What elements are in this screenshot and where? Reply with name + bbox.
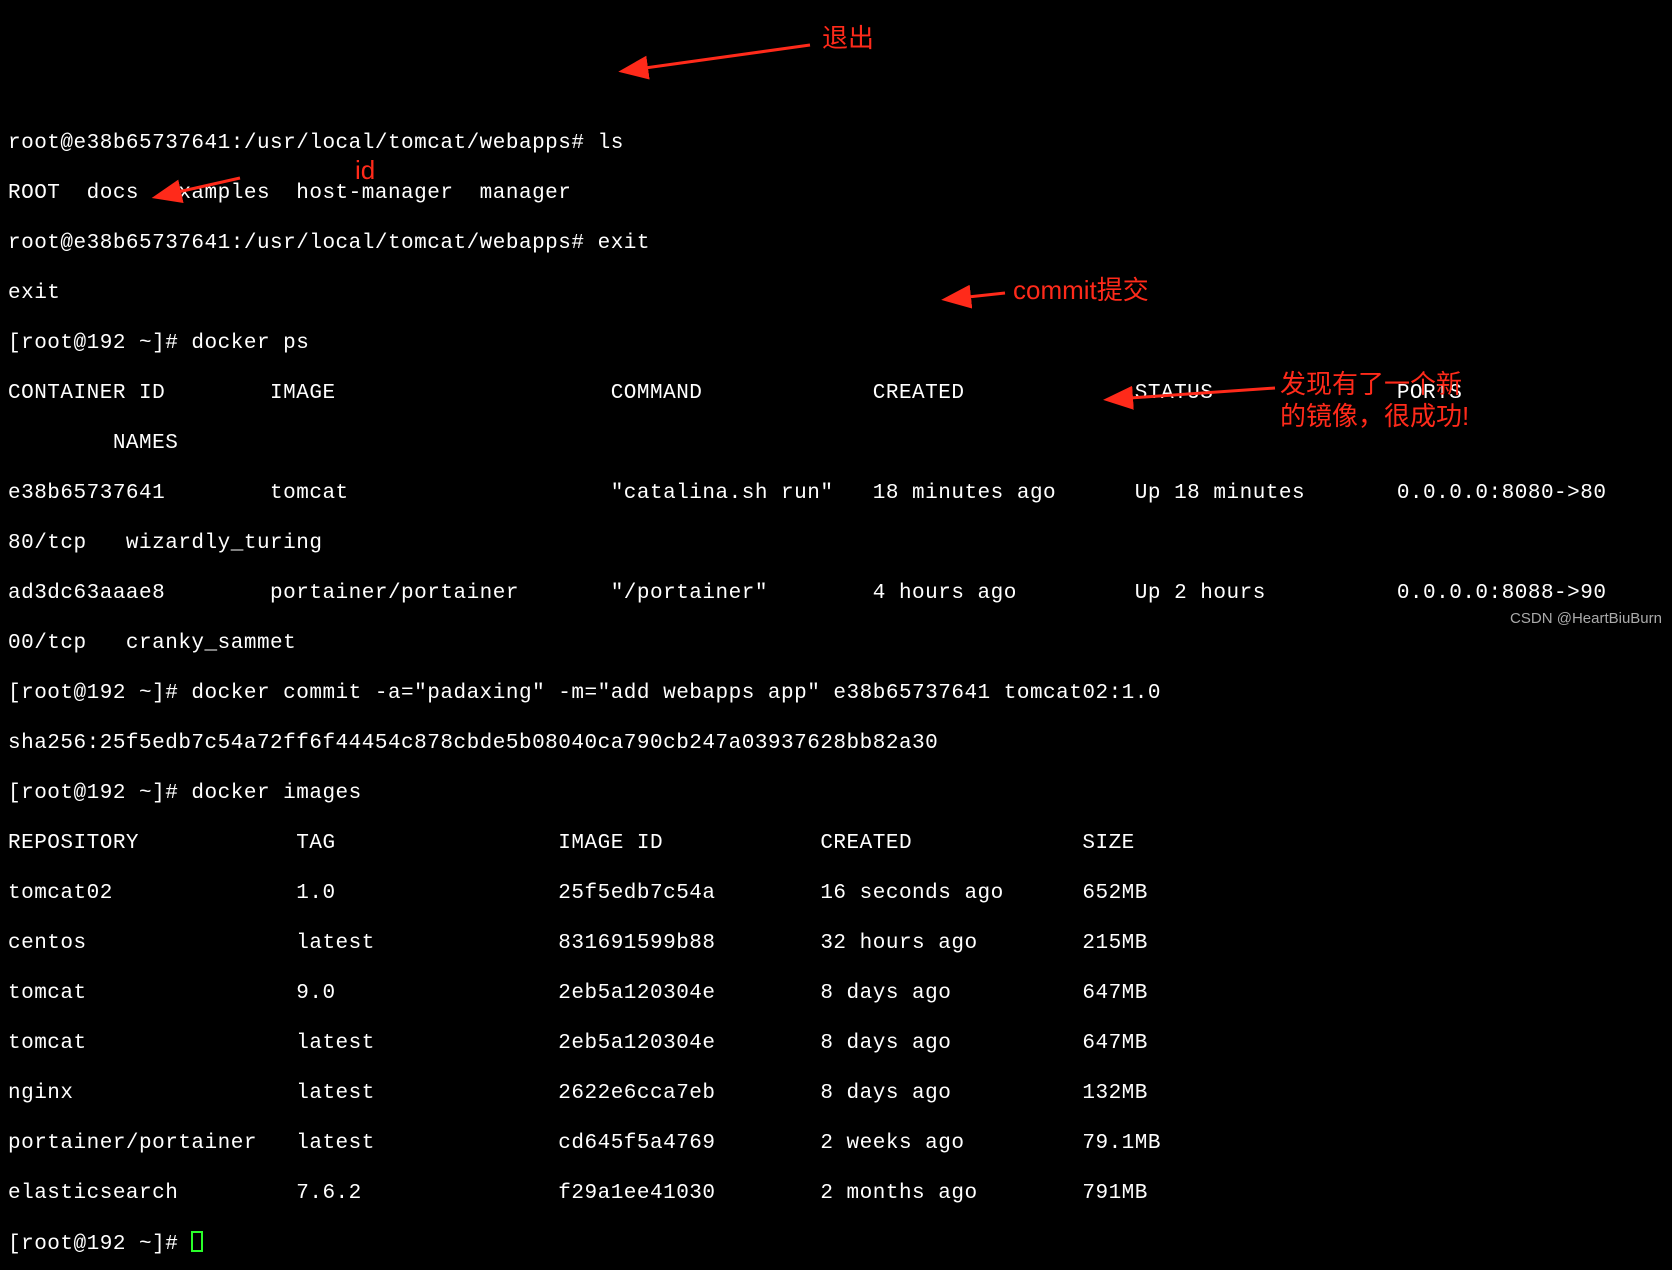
docker-images-row: portainer/portainer latest cd645f5a4769 …: [8, 1131, 1664, 1156]
annotation-exit: 退出: [822, 26, 874, 51]
watermark: CSDN @HeartBiuBurn: [1510, 606, 1662, 631]
docker-ps-names-header: NAMES: [8, 431, 1664, 456]
docker-ps-row: ad3dc63aaae8 portainer/portainer "/porta…: [8, 581, 1664, 606]
docker-images-row: centos latest 831691599b88 32 hours ago …: [8, 931, 1664, 956]
docker-images-row: nginx latest 2622e6cca7eb 8 days ago 132…: [8, 1081, 1664, 1106]
docker-images-row: elasticsearch 7.6.2 f29a1ee41030 2 month…: [8, 1181, 1664, 1206]
docker-images-row: tomcat 9.0 2eb5a120304e 8 days ago 647MB: [8, 981, 1664, 1006]
terminal-line: [root@192 ~]# docker ps: [8, 331, 1664, 356]
docker-ps-row: 80/tcp wizardly_turing: [8, 531, 1664, 556]
docker-images-row: tomcat02 1.0 25f5edb7c54a 16 seconds ago…: [8, 881, 1664, 906]
terminal-line: exit: [8, 281, 1664, 306]
docker-ps-row: e38b65737641 tomcat "catalina.sh run" 18…: [8, 481, 1664, 506]
terminal-prompt[interactable]: [root@192 ~]#: [8, 1231, 1664, 1257]
docker-images-command: [root@192 ~]# docker images: [8, 781, 1664, 806]
docker-commit-command: [root@192 ~]# docker commit -a="padaxing…: [8, 681, 1664, 706]
docker-commit-sha: sha256:25f5edb7c54a72ff6f44454c878cbde5b…: [8, 731, 1664, 756]
docker-images-row: tomcat latest 2eb5a120304e 8 days ago 64…: [8, 1031, 1664, 1056]
terminal-line: root@e38b65737641:/usr/local/tomcat/weba…: [8, 231, 1664, 256]
docker-images-header: REPOSITORY TAG IMAGE ID CREATED SIZE: [8, 831, 1664, 856]
terminal-line: ROOT docs examples host-manager manager: [8, 181, 1664, 206]
annotation-id: id: [355, 158, 375, 183]
docker-ps-header: CONTAINER ID IMAGE COMMAND CREATED STATU…: [8, 381, 1664, 406]
terminal-line: root@e38b65737641:/usr/local/tomcat/weba…: [8, 131, 1664, 156]
cursor-icon: [191, 1231, 203, 1252]
